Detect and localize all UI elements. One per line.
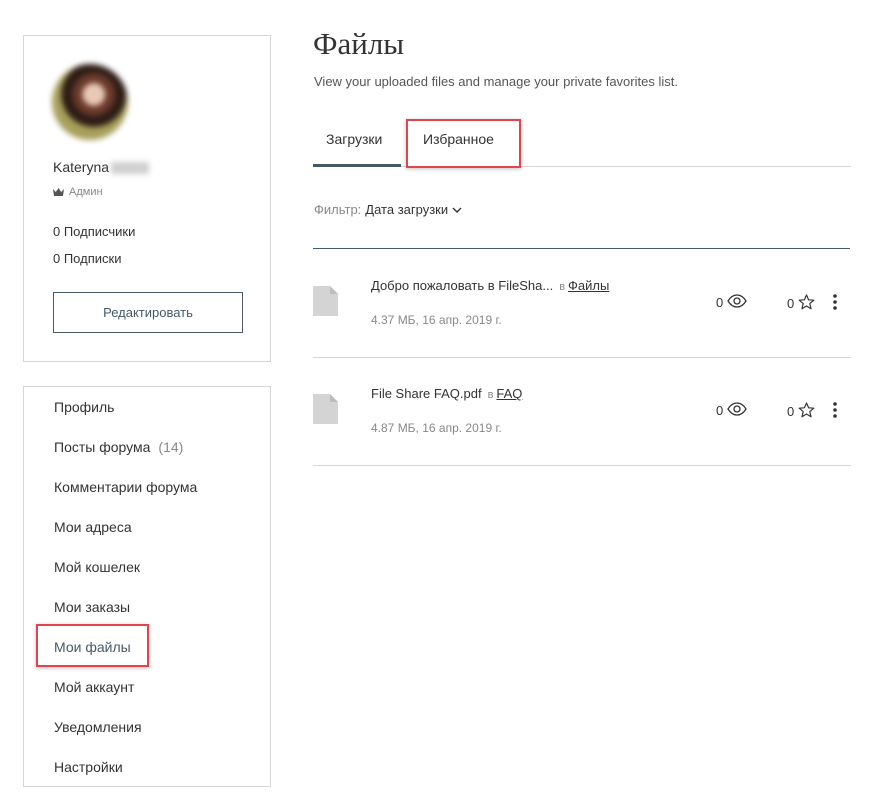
filter-value: Дата загрузки xyxy=(365,202,449,217)
row-divider xyxy=(313,465,851,466)
file-name[interactable]: File Share FAQ.pdf в FAQ xyxy=(371,386,522,401)
nav-item-my-files[interactable]: Мои файлы xyxy=(54,639,131,655)
views-count: 0 xyxy=(716,403,724,418)
role-label: Админ xyxy=(69,186,103,198)
file-row[interactable]: File Share FAQ.pdf в FAQ 4.87 МБ, 16 апр. … xyxy=(313,358,851,466)
following-count[interactable]: 0 Подписки xyxy=(53,251,121,266)
avatar[interactable] xyxy=(52,64,128,140)
role-badge: Админ xyxy=(53,186,103,198)
file-folder-link[interactable]: FAQ xyxy=(496,386,522,401)
favorites-count: 0 xyxy=(787,404,795,419)
file-name[interactable]: Добро пожаловать в FileSha... в Файлы xyxy=(371,278,609,293)
active-tab-indicator xyxy=(313,164,401,167)
file-favorite[interactable]: 0 xyxy=(787,294,815,313)
user-first-name: Kateryna xyxy=(53,159,110,175)
nav-item-settings[interactable]: Настройки xyxy=(54,759,123,775)
more-options-icon[interactable] xyxy=(832,293,838,316)
nav-item-wallet[interactable]: Мой кошелек xyxy=(54,559,140,575)
page-subtitle: View your uploaded files and manage your… xyxy=(314,74,678,89)
nav-item-orders[interactable]: Мои заказы xyxy=(54,599,130,615)
star-icon[interactable] xyxy=(798,294,815,313)
file-icon xyxy=(313,286,338,321)
nav-item-profile[interactable]: Профиль xyxy=(54,399,114,415)
user-last-name-blurred xyxy=(111,162,150,175)
file-views: 0 xyxy=(716,294,747,311)
eye-icon xyxy=(727,402,747,419)
file-meta: 4.87 МБ, 16 апр. 2019 г. xyxy=(371,421,502,435)
file-meta: 4.37 МБ, 16 апр. 2019 г. xyxy=(371,313,502,327)
chevron-down-icon xyxy=(452,202,462,217)
filter-dropdown[interactable]: Фильтр: Дата загрузки xyxy=(314,202,462,217)
file-title[interactable]: Добро пожаловать в FileSha... xyxy=(371,278,553,293)
followers-count[interactable]: 0 Подписчики xyxy=(53,224,135,239)
views-count: 0 xyxy=(716,295,724,310)
file-title[interactable]: File Share FAQ.pdf xyxy=(371,386,482,401)
forum-posts-count: (14) xyxy=(158,439,184,455)
page-title: Файлы xyxy=(313,26,405,61)
nav-item-addresses[interactable]: Мои адреса xyxy=(54,519,132,535)
more-options-icon[interactable] xyxy=(832,401,838,424)
nav-item-forum-comments[interactable]: Комментарии форума xyxy=(54,479,197,495)
file-favorite[interactable]: 0 xyxy=(787,402,815,421)
file-folder-link[interactable]: Файлы xyxy=(568,278,609,293)
profile-nav: Профиль Посты форума (14) Комментарии фор… xyxy=(23,386,271,787)
nav-item-forum-posts[interactable]: Посты форума (14) xyxy=(54,439,183,455)
profile-card: Kateryna Админ 0 Подписчики 0 Подписки Р… xyxy=(23,35,271,362)
file-views: 0 xyxy=(716,402,747,419)
edit-profile-button[interactable]: Редактировать xyxy=(53,292,243,333)
filter-divider xyxy=(313,248,850,249)
tab-favorites[interactable]: Избранное xyxy=(423,131,494,147)
favorites-count: 0 xyxy=(787,296,795,311)
file-row[interactable]: Добро пожаловать в FileSha... в Файлы 4.37… xyxy=(313,250,851,358)
file-in-label: в xyxy=(559,281,566,293)
star-icon[interactable] xyxy=(798,402,815,421)
user-name: Kateryna xyxy=(53,159,150,175)
crown-icon xyxy=(53,188,64,196)
file-icon xyxy=(313,394,338,429)
nav-item-account[interactable]: Мой аккаунт xyxy=(54,679,134,695)
filter-label: Фильтр: xyxy=(314,202,362,217)
tab-uploads[interactable]: Загрузки xyxy=(326,131,382,147)
nav-item-label: Посты форума xyxy=(54,439,151,455)
eye-icon xyxy=(727,294,747,311)
nav-item-notifications[interactable]: Уведомления xyxy=(54,719,142,735)
file-in-label: в xyxy=(487,389,494,401)
